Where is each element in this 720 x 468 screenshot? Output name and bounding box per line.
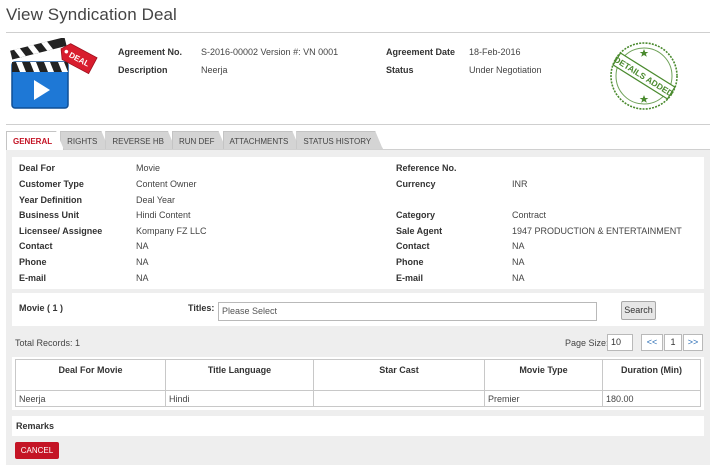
movie-count-label: Movie ( 1 ) [19, 303, 64, 313]
licensee-value: Kompany FZ LLC [136, 226, 207, 236]
description-value: Neerja [201, 65, 228, 75]
agreement-date-label: Agreement Date [386, 47, 456, 57]
email-2-label: E-mail [396, 273, 424, 283]
agreement-no-label: Agreement No. [118, 47, 183, 57]
customer-type-label: Customer Type [19, 179, 84, 189]
prev-page-button[interactable]: << [641, 334, 663, 351]
total-records: Total Records: 1 [15, 338, 81, 348]
search-button[interactable]: Search [621, 301, 656, 320]
details-added-stamp: DETAILS ADDED [610, 42, 678, 110]
cell-deal-for-movie: Neerja [15, 390, 166, 407]
email-2-value: NA [512, 273, 525, 283]
phone-value: NA [136, 257, 149, 267]
contact-label: Contact [19, 241, 53, 251]
page-size-input[interactable]: 10 [607, 334, 633, 351]
status-value: Under Negotiation [469, 65, 542, 75]
tab-status-history[interactable]: STATUS HISTORY [296, 131, 383, 150]
category-label: Category [396, 210, 436, 220]
cell-title-language: Hindi [165, 390, 314, 407]
grid-header-row: Deal For Movie Title Language Star Cast … [15, 359, 701, 391]
current-page-button[interactable]: 1 [664, 334, 682, 351]
status-label: Status [386, 65, 414, 75]
tab-run-def[interactable]: RUN DEF [172, 131, 227, 150]
phone-2-label: Phone [396, 257, 424, 267]
header-divider [6, 124, 710, 125]
page-title: View Syndication Deal [6, 5, 177, 24]
tab-bar: GENERAL RIGHTS REVERSE HB RUN DEF ATTACH… [6, 131, 379, 150]
tab-general[interactable]: GENERAL [6, 131, 64, 150]
clapperboard-deal-icon: DEAL [10, 38, 98, 109]
tab-rights[interactable]: RIGHTS [60, 131, 109, 150]
email-label: E-mail [19, 273, 47, 283]
contact-2-value: NA [512, 241, 525, 251]
title-divider [6, 32, 710, 33]
col-title-language[interactable]: Title Language [165, 359, 314, 391]
tab-attachments[interactable]: ATTACHMENTS [223, 131, 301, 150]
licensee-label: Licensee/ Assignee [19, 226, 103, 236]
year-definition-value: Deal Year [136, 195, 176, 205]
currency-value: INR [512, 179, 528, 189]
sale-agent-value: 1947 PRODUCTION & ENTERTAINMENT [512, 226, 682, 236]
year-definition-label: Year Definition [19, 195, 83, 205]
phone-2-value: NA [512, 257, 525, 267]
contact-value: NA [136, 241, 149, 251]
remarks-label: Remarks [16, 421, 55, 431]
deal-for-label: Deal For [19, 163, 56, 173]
col-duration[interactable]: Duration (Min) [602, 359, 701, 391]
currency-label: Currency [396, 179, 436, 189]
cell-duration: 180.00 [602, 390, 701, 407]
email-value: NA [136, 273, 149, 283]
cancel-button[interactable]: CANCEL [15, 442, 59, 459]
page-size-label: Page Size: [565, 338, 609, 348]
cell-movie-type: Premier [484, 390, 603, 407]
agreement-date-value: 18-Feb-2016 [469, 47, 521, 57]
col-deal-for-movie[interactable]: Deal For Movie [15, 359, 166, 391]
general-info-box [12, 157, 704, 289]
agreement-no-value: S-2016-00002 Version #: VN 0001 [201, 47, 339, 57]
remarks-box [12, 416, 704, 436]
phone-label: Phone [19, 257, 47, 267]
contact-2-label: Contact [396, 241, 430, 251]
customer-type-value: Content Owner [136, 179, 197, 189]
deal-for-value: Movie [136, 163, 161, 173]
col-movie-type[interactable]: Movie Type [484, 359, 603, 391]
titles-label: Titles: [188, 303, 215, 313]
cell-star-cast [313, 390, 485, 407]
description-label: Description [118, 65, 168, 75]
stamp-text: DETAILS ADDED [612, 54, 675, 99]
business-unit-label: Business Unit [19, 210, 80, 220]
next-page-button[interactable]: >> [683, 334, 703, 351]
titles-select[interactable]: Please Select [218, 302, 597, 321]
tab-reverse-hb[interactable]: REVERSE HB [105, 131, 176, 150]
movie-grid: Deal For Movie Title Language Star Cast … [15, 359, 701, 407]
category-value: Contract [512, 210, 547, 220]
table-row: Neerja Hindi Premier 180.00 [15, 390, 701, 407]
reference-no-label: Reference No. [396, 163, 457, 173]
sale-agent-label: Sale Agent [396, 226, 443, 236]
business-unit-value: Hindi Content [136, 210, 191, 220]
col-star-cast[interactable]: Star Cast [313, 359, 485, 391]
